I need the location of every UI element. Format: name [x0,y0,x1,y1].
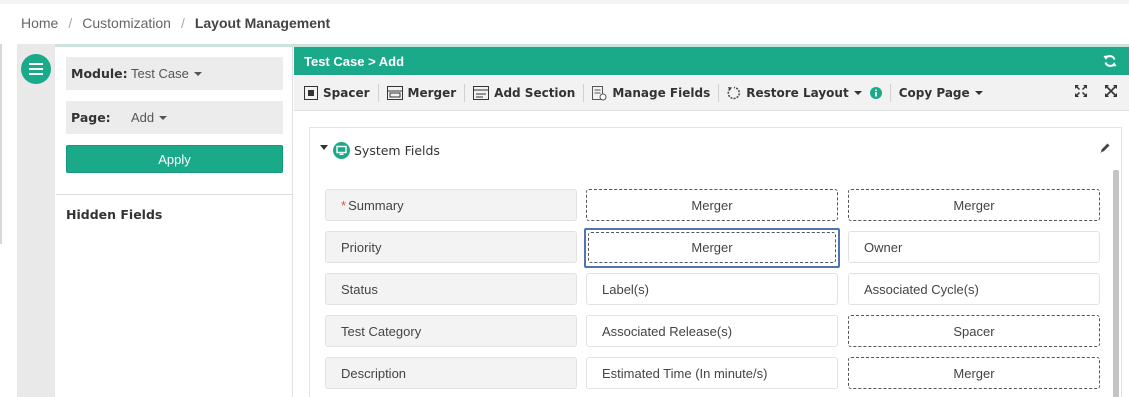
chevron-down-icon [159,115,168,120]
refresh-icon[interactable] [1103,54,1117,68]
field-label: Associated Cycle(s) [864,281,979,297]
divider [56,194,293,195]
field-associated-releases[interactable]: Associated Release(s) [586,315,838,347]
required-marker: * [341,197,347,213]
spacer-icon [304,86,318,100]
side-strip [17,44,55,397]
layout-toolbar: Spacer Merger Add Section Manage Fields [294,76,1129,111]
breadcrumb-customization[interactable]: Customization [82,15,171,31]
manage-fields-icon [592,85,607,100]
toolbar-divider [718,84,720,102]
window-edge [0,44,2,244]
manage-fields-label: Manage Fields [612,86,711,100]
field-label: Label(s) [602,281,649,297]
field-label: Merger [691,197,733,213]
field-labels[interactable]: Label(s) [586,273,838,305]
merger-slot-selected[interactable]: Merger [588,232,836,263]
top-border [0,0,1129,4]
toolbar-divider [889,84,891,102]
restore-layout-label: Restore Layout [746,86,849,100]
field-label: Associated Release(s) [602,323,733,339]
toolbar-right-actions [1075,85,1117,97]
field-estimated-time[interactable]: Estimated Time (In minute/s) [586,357,838,389]
layout-header: Test Case > Add [294,47,1129,75]
breadcrumb-separator: / [68,15,73,31]
field-description[interactable]: Description [325,357,577,389]
field-label: Estimated Time (In minute/s) [602,365,768,381]
module-select[interactable]: Module: Test Case [66,57,283,90]
spacer-label: Spacer [323,86,370,100]
layout-settings-panel: Module: Test Case Page: Add Apply Hidden… [56,47,293,397]
chevron-down-icon [193,71,202,76]
field-label: Merger [953,197,995,213]
add-section-label: Add Section [494,86,576,100]
breadcrumb-current: Layout Management [194,15,331,31]
scrollbar[interactable] [1113,170,1119,397]
module-label: Module: [71,66,128,81]
expand-icon[interactable] [1075,85,1087,97]
manage-fields-button[interactable]: Manage Fields [592,83,718,103]
toolbar-divider [583,84,585,102]
spacer-button[interactable]: Spacer [304,83,378,103]
merger-slot[interactable]: Merger [848,189,1100,221]
menu-toggle-button[interactable] [21,54,51,84]
merger-slot[interactable]: Merger [586,189,838,221]
chevron-down-icon [974,91,983,95]
hidden-fields-title: Hidden Fields [66,207,163,222]
collapse-icon[interactable] [1105,85,1117,97]
menu-icon [29,63,43,75]
page-value: Add [131,110,155,125]
copy-page-label: Copy Page [898,86,970,100]
field-summary[interactable]: * Summary [325,189,577,221]
pencil-icon[interactable] [1099,142,1111,154]
restore-layout-button[interactable]: Restore Layout [727,83,869,103]
merger-icon [386,86,403,100]
field-owner[interactable]: Owner [848,231,1100,263]
add-section-button[interactable]: Add Section [473,83,583,103]
breadcrumb-home[interactable]: Home [21,15,58,31]
breadcrumb-separator: / [180,15,185,31]
section-title: System Fields [354,143,440,158]
merger-slot[interactable]: Merger [848,357,1100,389]
spacer-slot[interactable]: Spacer [848,315,1100,347]
add-section-icon [473,86,490,100]
page-title: Test Case > Add [304,53,405,69]
page-select[interactable]: Page: Add [66,101,283,134]
collapse-triangle-icon[interactable] [320,145,328,150]
field-label: Description [341,365,407,381]
toolbar-divider [377,84,379,102]
field-label: Summary [348,197,404,213]
toolbar-divider [464,84,466,102]
module-value: Test Case [131,66,189,81]
info-icon[interactable] [869,87,882,99]
monitor-icon [333,142,350,159]
field-priority[interactable]: Priority [325,231,577,263]
field-label: Merger [953,365,995,381]
field-label: Owner [864,239,903,255]
page-label: Page: [71,110,111,125]
field-test-category[interactable]: Test Category [325,315,577,347]
field-label: Test Category [341,323,422,339]
section-header[interactable]: System Fields [320,142,440,159]
field-associated-cycles[interactable]: Associated Cycle(s) [848,273,1100,305]
merger-button[interactable]: Merger [386,83,465,103]
apply-button[interactable]: Apply [66,145,283,173]
merger-label: Merger [407,86,457,100]
field-label: Priority [341,239,382,255]
chevron-down-icon [853,91,862,95]
field-label: Merger [691,240,733,255]
restore-icon [727,86,741,100]
field-label: Spacer [953,323,995,339]
field-status[interactable]: Status [325,273,577,305]
breadcrumb: Home / Customization / Layout Management [21,15,330,31]
field-label: Status [341,281,378,297]
copy-page-button[interactable]: Copy Page [899,83,991,103]
